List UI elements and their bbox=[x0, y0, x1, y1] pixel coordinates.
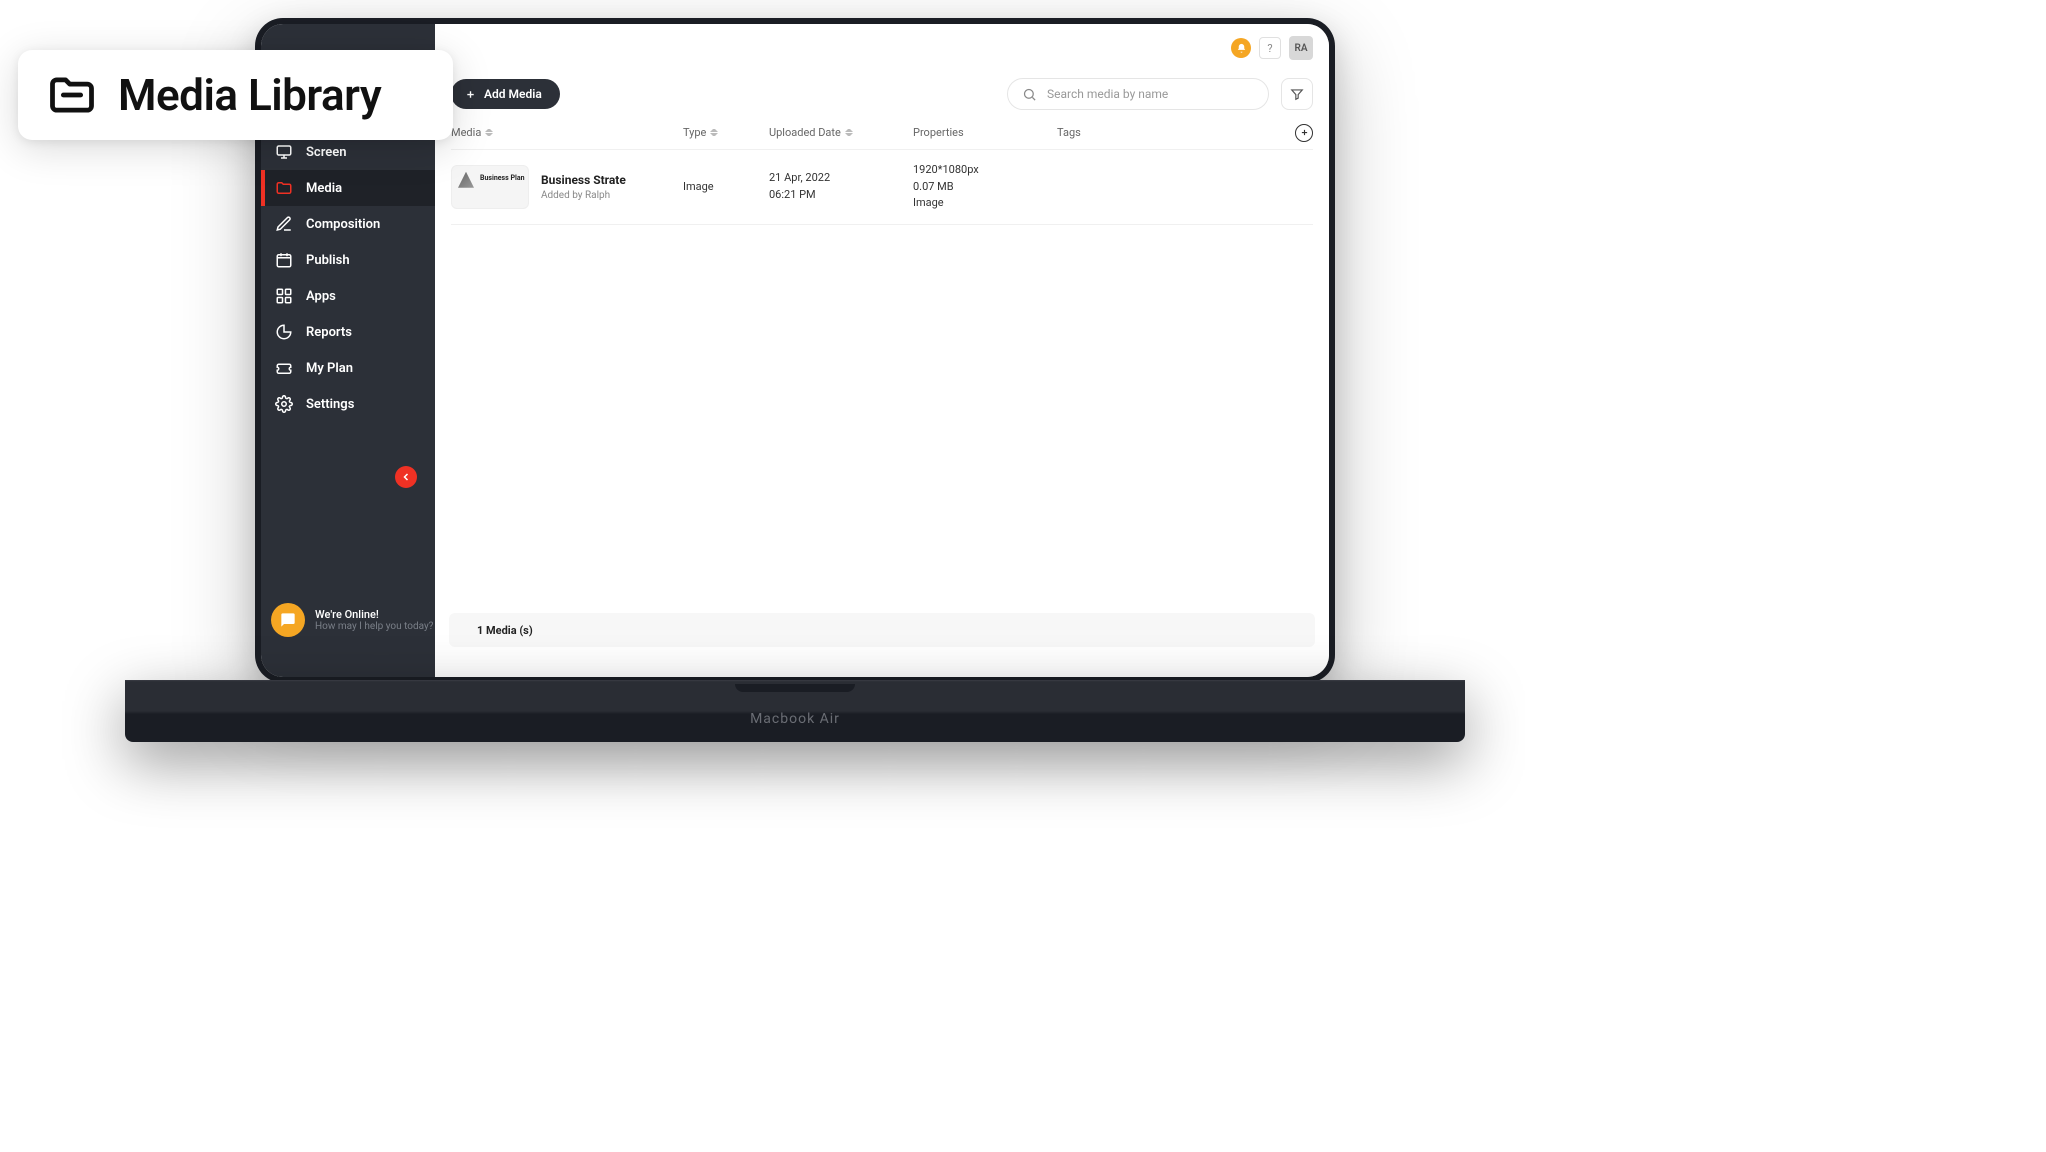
main-content: ? RA Add Media bbox=[435, 24, 1329, 677]
chat-widget[interactable]: We're Online! How may I help you today? bbox=[271, 603, 433, 637]
search-input[interactable] bbox=[1047, 87, 1254, 101]
media-name: Business Strate bbox=[541, 173, 626, 187]
sort-icon bbox=[710, 128, 718, 138]
sort-icon bbox=[485, 128, 493, 138]
chart-icon bbox=[275, 323, 293, 341]
laptop-label: Macbook Air bbox=[750, 711, 840, 727]
col-header-media[interactable]: Media bbox=[451, 126, 683, 139]
filter-icon bbox=[1290, 87, 1304, 101]
col-header-properties: Properties bbox=[913, 126, 1057, 139]
sidebar-item-label: Settings bbox=[306, 397, 354, 412]
ticket-icon bbox=[275, 359, 293, 377]
monitor-icon bbox=[275, 143, 293, 161]
sidebar-item-settings[interactable]: Settings bbox=[261, 386, 435, 422]
arrow-left-icon bbox=[400, 471, 412, 483]
sidebar-item-label: Composition bbox=[306, 217, 380, 232]
media-size: 0.07 MB bbox=[913, 179, 1057, 196]
sidebar-item-label: Apps bbox=[306, 289, 336, 304]
add-column-button[interactable] bbox=[1295, 124, 1313, 142]
search-icon bbox=[1022, 87, 1037, 102]
search-box[interactable] bbox=[1007, 78, 1269, 110]
sidebar-item-myplan[interactable]: My Plan bbox=[261, 350, 435, 386]
calendar-icon bbox=[275, 251, 293, 269]
page-title: Media Library bbox=[118, 69, 381, 121]
bell-icon bbox=[1236, 43, 1247, 54]
plus-icon bbox=[1300, 128, 1309, 137]
user-avatar[interactable]: RA bbox=[1289, 36, 1313, 60]
help-button[interactable]: ? bbox=[1259, 37, 1281, 59]
action-bar: Add Media bbox=[435, 72, 1329, 116]
notification-button[interactable] bbox=[1231, 38, 1251, 58]
sidebar-item-label: Screen bbox=[306, 145, 347, 160]
page-title-card: Media Library bbox=[18, 50, 453, 140]
grid-icon bbox=[275, 287, 293, 305]
col-header-uploaded[interactable]: Uploaded Date bbox=[769, 126, 913, 139]
sidebar-item-label: My Plan bbox=[306, 361, 353, 376]
edit-icon bbox=[275, 215, 293, 233]
plus-icon bbox=[465, 89, 476, 100]
sidebar-item-label: Media bbox=[306, 181, 342, 196]
sidebar-item-composition[interactable]: Composition bbox=[261, 206, 435, 242]
collapse-sidebar-button[interactable] bbox=[395, 466, 417, 488]
media-thumbnail: Business Plan bbox=[451, 165, 529, 209]
media-added-by: Added by Ralph bbox=[541, 190, 626, 201]
topbar: ? RA bbox=[435, 24, 1329, 72]
folder-icon bbox=[275, 179, 293, 197]
upload-time: 06:21 PM bbox=[769, 187, 913, 204]
sidebar-item-reports[interactable]: Reports bbox=[261, 314, 435, 350]
sidebar-item-apps[interactable]: Apps bbox=[261, 278, 435, 314]
upload-date: 21 Apr, 2022 bbox=[769, 170, 913, 187]
media-table: Media Type Uploaded Date Properties Tags… bbox=[435, 116, 1329, 613]
table-row[interactable]: Business Plan Business Strate Added by R… bbox=[451, 150, 1313, 225]
sort-icon bbox=[845, 128, 853, 138]
media-dimensions: 1920*1080px bbox=[913, 162, 1057, 179]
add-media-button[interactable]: Add Media bbox=[451, 79, 560, 109]
media-count: 1 Media (s) bbox=[477, 624, 533, 637]
add-media-label: Add Media bbox=[484, 87, 542, 101]
media-type: Image bbox=[683, 180, 769, 193]
chat-subtitle: How may I help you today? bbox=[315, 621, 433, 632]
sidebar-item-label: Publish bbox=[306, 253, 350, 268]
chat-title: We're Online! bbox=[315, 608, 433, 621]
table-footer: 1 Media (s) bbox=[449, 613, 1315, 647]
sidebar-item-publish[interactable]: Publish bbox=[261, 242, 435, 278]
filter-button[interactable] bbox=[1281, 78, 1313, 110]
table-header: Media Type Uploaded Date Properties Tags bbox=[451, 116, 1313, 150]
chat-icon bbox=[271, 603, 305, 637]
sidebar-item-label: Reports bbox=[306, 325, 352, 340]
media-kind: Image bbox=[913, 195, 1057, 212]
col-header-tags: Tags bbox=[1057, 126, 1283, 139]
sidebar-item-media[interactable]: Media bbox=[261, 170, 435, 206]
folder-icon bbox=[46, 69, 98, 121]
gear-icon bbox=[275, 395, 293, 413]
col-header-type[interactable]: Type bbox=[683, 126, 769, 139]
